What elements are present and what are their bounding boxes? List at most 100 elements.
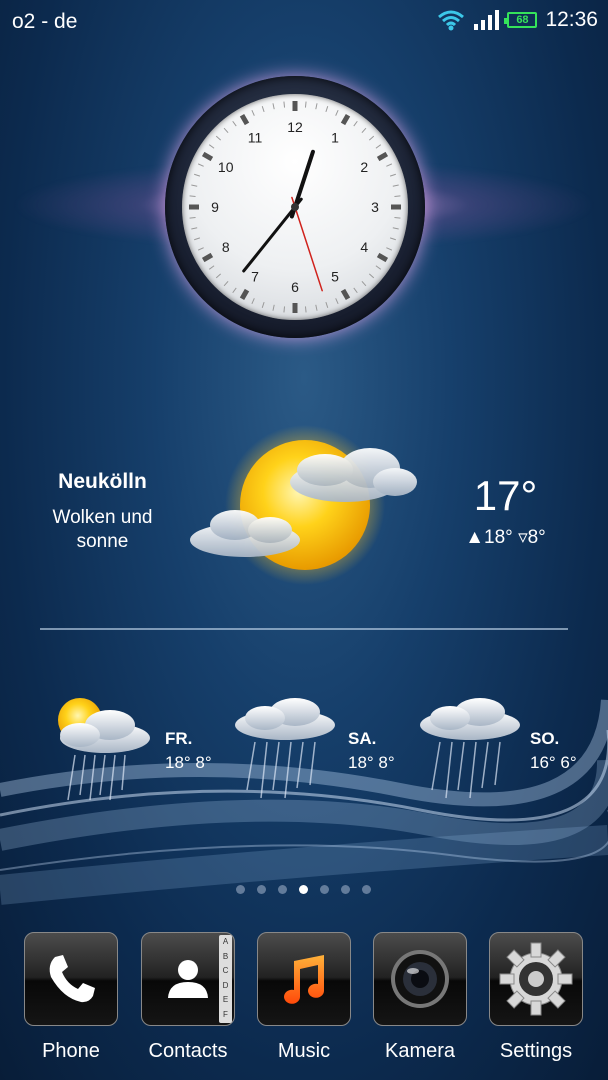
clock-minor-tick	[325, 301, 329, 308]
app-settings[interactable]: Settings	[488, 932, 584, 1063]
clock-numeral: 12	[287, 119, 303, 135]
clock-minor-tick	[189, 216, 196, 219]
clock-minor-tick	[335, 109, 339, 116]
page-dot[interactable]	[257, 885, 266, 894]
clock-minor-tick	[191, 184, 198, 187]
battery-icon: 68	[504, 12, 538, 28]
clock-minor-tick	[251, 298, 255, 305]
clock-major-tick	[201, 151, 214, 162]
carrier-name: o2 - de	[12, 10, 78, 33]
forecast-temps-3: 16° 6°	[530, 753, 577, 772]
clock-numeral: 2	[360, 159, 368, 175]
app-kamera[interactable]: Kamera	[372, 932, 468, 1063]
status-bar: o2 - de 68 12:36	[0, 0, 608, 44]
partly-cloudy-icon[interactable]	[185, 420, 430, 595]
page-dot[interactable]	[362, 885, 371, 894]
rain-icon	[235, 698, 335, 799]
clock-numeral: 8	[222, 239, 230, 255]
clock-minor-tick	[361, 280, 367, 287]
clock-numeral: 10	[218, 159, 234, 175]
app-phone[interactable]: Phone	[23, 932, 119, 1063]
clock-minor-tick	[283, 101, 286, 108]
clock-minor-tick	[283, 306, 286, 313]
clock-minor-tick	[353, 120, 358, 127]
clock-second-hand	[291, 196, 323, 292]
clock-minor-tick	[389, 173, 396, 177]
clock-minor-tick	[375, 265, 382, 270]
temperature-high: ▲18°	[465, 527, 513, 548]
weather-condition-line2: sonne	[76, 531, 129, 552]
clock-minor-tick	[223, 280, 229, 287]
clock-minor-tick	[261, 106, 265, 113]
clock-minor-tick	[304, 101, 307, 108]
clock-face: 12 1 2 3 4 5 6 7 8 9 10 11	[182, 94, 408, 320]
clock-minor-tick	[197, 163, 204, 167]
clock-minor-tick	[215, 135, 222, 141]
clock-minor-tick	[368, 135, 375, 141]
forecast-day-3: SO.	[530, 729, 560, 748]
contacts-icon[interactable]: A B C D E F	[141, 932, 235, 1026]
clock-minor-tick	[368, 273, 375, 279]
clock-numeral: 4	[360, 239, 368, 255]
clock-minor-tick	[375, 144, 382, 149]
clock-minor-tick	[232, 287, 237, 294]
clock-major-tick	[376, 252, 389, 263]
clock-minor-tick	[392, 184, 399, 187]
battery-level: 68	[516, 14, 529, 26]
contacts-index-strip: A B C D E F	[219, 935, 232, 1023]
gear-icon[interactable]	[489, 932, 583, 1026]
wifi-icon	[438, 10, 465, 31]
clock-minor-tick	[325, 106, 329, 113]
page-dot[interactable]	[278, 885, 287, 894]
clock-minor-tick	[361, 127, 367, 134]
clock-minor-tick	[208, 265, 215, 270]
clock-dial: 121234567891011	[189, 101, 401, 313]
clock-major-tick	[340, 288, 351, 301]
phone-icon[interactable]	[24, 932, 118, 1026]
page-indicator[interactable]	[236, 885, 371, 894]
clock-major-tick	[376, 151, 389, 162]
app-label-settings: Settings	[499, 1040, 573, 1062]
page-dot[interactable]	[236, 885, 245, 894]
clock-minor-tick	[194, 173, 201, 177]
clock-numeral: 3	[371, 199, 379, 215]
clock-minor-tick	[394, 216, 401, 219]
clock-minor-tick	[189, 195, 196, 198]
clock-minor-tick	[386, 247, 393, 251]
weather-condition: Wolken und sonne	[20, 506, 185, 554]
clock-minor-tick	[315, 103, 318, 110]
forecast-temps-1: 18° 8°	[165, 753, 212, 772]
weather-condition-line1: Wolken und	[52, 507, 153, 528]
app-dock: Phone A B C D E F Contacts Music Kamera …	[0, 932, 608, 1072]
rain-icon	[420, 698, 520, 799]
analog-clock-widget[interactable]: 12 1 2 3 4 5 6 7 8 9 10 11	[0, 70, 608, 360]
page-dot-active[interactable]	[299, 885, 308, 894]
temperature-low: ▿8°	[518, 527, 546, 548]
page-dot[interactable]	[320, 885, 329, 894]
app-contacts[interactable]: A B C D E F Contacts	[140, 932, 236, 1063]
clock-minor-tick	[335, 298, 339, 305]
clock-minor-tick	[353, 287, 358, 294]
music-note-icon[interactable]	[257, 932, 351, 1026]
camera-lens-icon[interactable]	[373, 932, 467, 1026]
page-dot[interactable]	[341, 885, 350, 894]
clock-minor-tick	[389, 237, 396, 241]
clock-minor-tick	[315, 304, 318, 311]
index-letter: C	[222, 966, 229, 975]
index-letter: F	[223, 1009, 228, 1019]
clock-minor-tick	[386, 163, 393, 167]
app-label-music: Music	[277, 1040, 331, 1062]
clock-major-tick	[340, 113, 351, 126]
forecast-day-1: FR.	[165, 729, 193, 748]
clock-minor-tick	[272, 103, 275, 110]
app-music[interactable]: Music	[256, 932, 352, 1063]
clock-center-cap	[291, 203, 299, 211]
weather-city[interactable]: Neukölln	[20, 470, 185, 494]
forecast-temps-2: 18° 8°	[348, 753, 395, 772]
clock-major-tick	[201, 252, 214, 263]
clock-numeral: 1	[331, 130, 339, 146]
signal-icon	[474, 10, 500, 30]
status-time: 12:36	[545, 8, 598, 31]
clock-minor-tick	[197, 247, 204, 251]
clock-minor-tick	[261, 301, 265, 308]
